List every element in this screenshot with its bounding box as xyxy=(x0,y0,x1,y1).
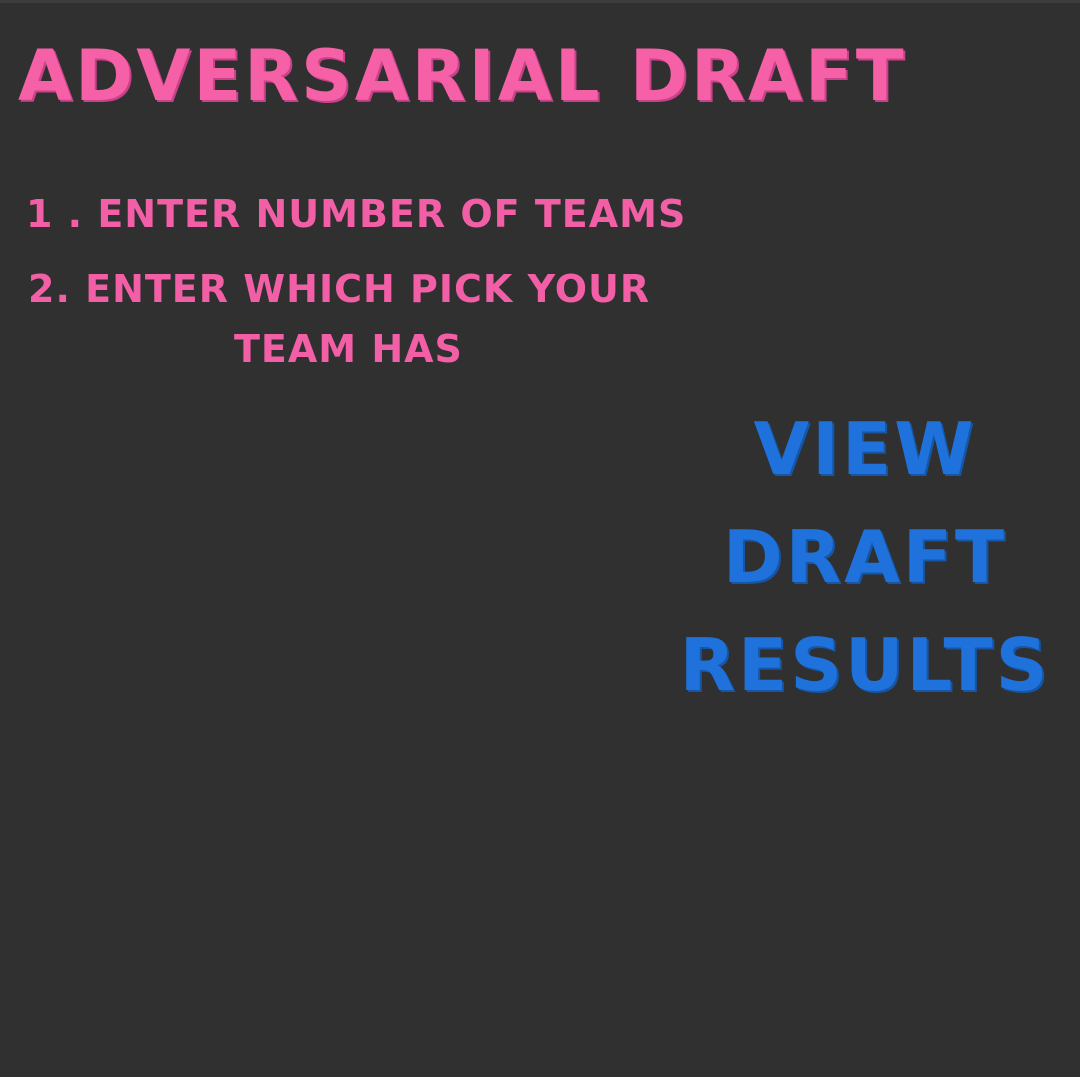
instruction-step-1: 1 . ENTER NUMBER OF TEAMS xyxy=(26,192,687,236)
view-results-label-line-2: DRAFT xyxy=(722,515,1008,599)
page-title: ADVERSARIAL DRAFT xyxy=(18,35,907,117)
instruction-step-2-line-1: 2. ENTER WHICH PICK YOUR xyxy=(28,267,651,311)
view-results-label-line-3: RESULTS xyxy=(679,623,1051,707)
view-results-label-line-1: VIEW xyxy=(753,407,977,491)
app-screen: ADVERSARIAL DRAFT 1 . ENTER NUMBER OF TE… xyxy=(0,0,1080,1077)
instruction-step-2-line-2: TEAM HAS xyxy=(234,327,463,371)
view-draft-results-button[interactable]: VIEW DRAFT RESULTS xyxy=(660,395,1070,707)
